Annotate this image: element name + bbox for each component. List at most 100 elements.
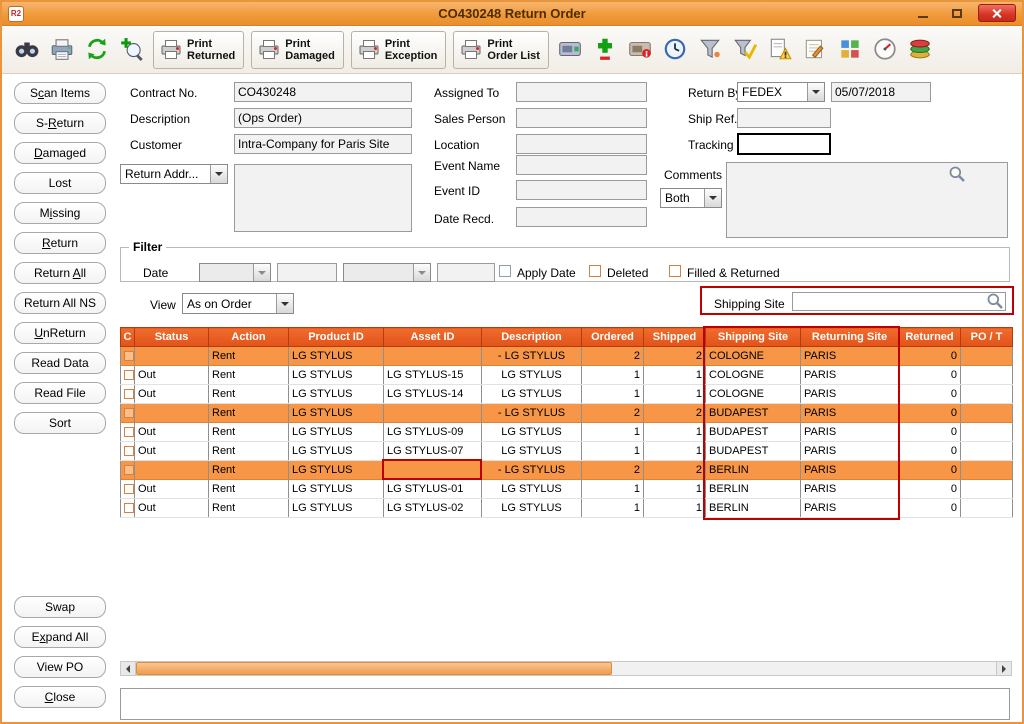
print-returned-button[interactable]: PrintReturned	[153, 31, 244, 69]
row-checkbox[interactable]	[124, 484, 134, 494]
comments-mode-combo[interactable]: Both	[660, 188, 722, 208]
group-row[interactable]: RentLG STYLUS- LG STYLUS22BERLINPARIS0	[121, 461, 1013, 480]
column-header-status[interactable]: Status	[135, 328, 209, 347]
sales-person-field[interactable]	[516, 108, 647, 128]
print-order-list-button[interactable]: PrintOrder List	[453, 31, 549, 69]
sidebar-button-unreturn[interactable]: UnReturn	[14, 322, 106, 344]
add-search-button[interactable]	[117, 33, 147, 67]
comments-search-icon[interactable]	[948, 165, 966, 183]
print-exception-button[interactable]: PrintException	[351, 31, 447, 69]
sidebar-button-read-data[interactable]: Read Data	[14, 352, 106, 374]
layout-button[interactable]	[835, 33, 865, 67]
column-header-description[interactable]: Description	[482, 328, 582, 347]
row-checkbox[interactable]	[124, 351, 134, 361]
row-checkbox[interactable]	[124, 427, 134, 437]
sidebar-button-s-return[interactable]: S-Return	[14, 112, 106, 134]
item-row[interactable]: OutRentLG STYLUSLG STYLUS-14LG STYLUS11C…	[121, 385, 1013, 404]
view-combo[interactable]: As on Order	[182, 293, 294, 314]
item-row[interactable]: OutRentLG STYLUSLG STYLUS-01LG STYLUS11B…	[121, 480, 1013, 499]
sidebar-button-damaged[interactable]: Damaged	[14, 142, 106, 164]
sidebar-button-close[interactable]: Close	[14, 686, 106, 708]
group-row[interactable]: RentLG STYLUS- LG STYLUS22BUDAPESTPARIS0	[121, 404, 1013, 423]
sidebar-button-read-file[interactable]: Read File	[14, 382, 106, 404]
disc-stack-button[interactable]	[905, 33, 935, 67]
item-row[interactable]: OutRentLG STYLUSLG STYLUS-09LG STYLUS11B…	[121, 423, 1013, 442]
row-checkbox[interactable]	[124, 503, 134, 513]
sidebar-button-return-all[interactable]: Return All	[14, 262, 106, 284]
print-toolbar-button[interactable]	[47, 33, 77, 67]
find-button[interactable]	[12, 33, 42, 67]
chevron-down-icon[interactable]	[704, 189, 721, 207]
add-remove-button[interactable]	[590, 33, 620, 67]
deleted-checkbox[interactable]	[589, 265, 601, 277]
group-row[interactable]: RentLG STYLUS- LG STYLUS22COLOGNEPARIS0	[121, 347, 1013, 366]
column-header-product-id[interactable]: Product ID	[289, 328, 384, 347]
sidebar-button-sort[interactable]: Sort	[14, 412, 106, 434]
scroll-right-arrow[interactable]	[996, 662, 1011, 675]
column-header-ordered[interactable]: Ordered	[582, 328, 644, 347]
time-button[interactable]	[660, 33, 690, 67]
row-checkbox[interactable]	[124, 370, 134, 380]
ship-ref-field[interactable]	[737, 108, 831, 128]
column-header-po-t[interactable]: PO / T	[961, 328, 1013, 347]
location-field[interactable]	[516, 134, 647, 154]
row-checkbox[interactable]	[124, 389, 134, 399]
customer-field[interactable]	[234, 134, 412, 154]
print-damaged-button[interactable]: PrintDamaged	[251, 31, 344, 69]
equipment-out-button[interactable]	[555, 33, 585, 67]
shipping-site-search-input[interactable]	[792, 292, 1006, 311]
tracking-field[interactable]	[737, 133, 831, 155]
sidebar-button-return[interactable]: Return	[14, 232, 106, 254]
item-row[interactable]: OutRentLG STYLUSLG STYLUS-15LG STYLUS11C…	[121, 366, 1013, 385]
item-row[interactable]: OutRentLG STYLUSLG STYLUS-02LG STYLUS11B…	[121, 499, 1013, 518]
notes-button[interactable]	[800, 33, 830, 67]
sidebar-button-expand-all[interactable]: Expand All	[14, 626, 106, 648]
column-header-action[interactable]: Action	[209, 328, 289, 347]
exception-button[interactable]	[765, 33, 795, 67]
description-field[interactable]	[234, 108, 412, 128]
row-checkbox[interactable]	[124, 465, 134, 475]
return-by-date-field[interactable]	[831, 82, 931, 102]
maximize-button[interactable]	[944, 4, 970, 22]
sidebar-button-missing[interactable]: Missing	[14, 202, 106, 224]
shipping-site-search-icon[interactable]	[986, 292, 1004, 310]
scroll-left-arrow[interactable]	[121, 662, 136, 675]
row-checkbox[interactable]	[124, 408, 134, 418]
apply-date-checkbox[interactable]	[499, 265, 511, 277]
column-header-c[interactable]: C	[121, 328, 135, 347]
return-addr-textarea[interactable]	[234, 164, 412, 232]
filter-date-to-field[interactable]	[437, 263, 495, 282]
row-checkbox[interactable]	[124, 446, 134, 456]
column-header-shipping-site[interactable]: Shipping Site	[706, 328, 801, 347]
filter-apply-button[interactable]	[730, 33, 760, 67]
column-header-returning-site[interactable]: Returning Site	[801, 328, 899, 347]
event-name-field[interactable]	[516, 155, 647, 175]
column-header-returned[interactable]: Returned	[899, 328, 961, 347]
filled-returned-checkbox[interactable]	[669, 265, 681, 277]
chevron-down-icon[interactable]	[413, 264, 430, 281]
minimize-button[interactable]	[910, 4, 936, 22]
return-addr-combo[interactable]: Return Addr...	[120, 164, 228, 184]
filter-date-from-field[interactable]	[277, 263, 337, 282]
sidebar-button-return-all-ns[interactable]: Return All NS	[14, 292, 106, 314]
assigned-to-field[interactable]	[516, 82, 647, 102]
event-id-field[interactable]	[516, 180, 647, 200]
dial-button[interactable]	[870, 33, 900, 67]
sidebar-button-view-po[interactable]: View PO	[14, 656, 106, 678]
equipment-info-button[interactable]	[625, 33, 655, 67]
chevron-down-icon[interactable]	[807, 83, 824, 101]
scrollbar-thumb[interactable]	[136, 662, 612, 675]
return-by-combo[interactable]: FEDEX	[737, 82, 825, 102]
sidebar-button-scan-items[interactable]: Scan Items	[14, 82, 106, 104]
sidebar-button-lost[interactable]: Lost	[14, 172, 106, 194]
sidebar-button-swap[interactable]: Swap	[14, 596, 106, 618]
chevron-down-icon[interactable]	[210, 165, 227, 183]
close-button[interactable]	[978, 4, 1016, 22]
column-header-shipped[interactable]: Shipped	[644, 328, 706, 347]
filter-button[interactable]	[695, 33, 725, 67]
date-recd-field[interactable]	[516, 207, 647, 227]
chevron-down-icon[interactable]	[276, 294, 293, 313]
contract-no-field[interactable]	[234, 82, 412, 102]
filter-date-range-combo[interactable]	[343, 263, 431, 282]
refresh-button[interactable]	[82, 33, 112, 67]
